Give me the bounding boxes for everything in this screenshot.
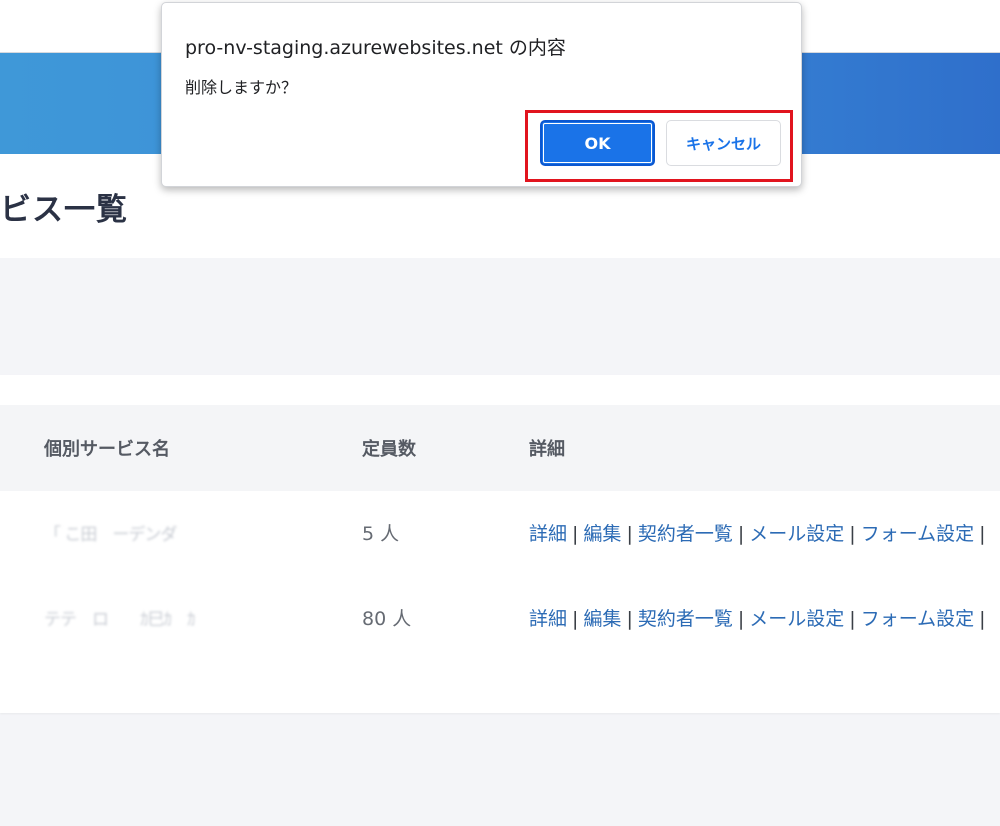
capacity-value: 80 人	[362, 608, 412, 630]
dialog-message: 削除しますか？	[185, 78, 298, 97]
separator: |	[849, 608, 856, 630]
service-table-card: 個別サービス名 定員数 詳細 「 こ田 ーデンダ 5 人 詳細 | 編集 | 契約者一覧…	[0, 375, 1000, 713]
dialog-title: pro-nv-staging.azurewebsites.net の内容	[185, 37, 566, 59]
edit-link[interactable]: 編集	[583, 523, 621, 545]
mail-settings-link[interactable]: メール設定	[749, 608, 844, 630]
header-details: 詳細	[529, 439, 565, 460]
header-capacity: 定員数	[362, 439, 416, 460]
contractor-list-link[interactable]: 契約者一覧	[638, 608, 733, 630]
separator: |	[979, 523, 986, 545]
header-service-name: 個別サービス名	[44, 439, 170, 460]
contractor-list-link[interactable]: 契約者一覧	[638, 523, 733, 545]
separator: |	[626, 608, 633, 630]
ok-button[interactable]: OK	[540, 120, 655, 166]
separator: |	[737, 523, 745, 545]
separator: |	[849, 523, 856, 545]
table-header: 個別サービス名 定員数 詳細	[0, 405, 1000, 491]
row-actions: 詳細 | 編集 | 契約者一覧 | メール設定 | フォーム設定 |	[529, 604, 991, 631]
page-title: ビス一覧	[0, 192, 128, 228]
separator: |	[979, 608, 986, 630]
service-name: 「 こ田 ーデンダ	[44, 525, 177, 545]
table-row: 「 こ田 ーデンダ 5 人 詳細 | 編集 | 契約者一覧 | メール設定 | フォーム設定 |	[0, 491, 1000, 576]
table-row: テテ ロ ｶ巳ｶ ｶ 80 人 詳細 | 編集 | 契約者一覧 | メール設定 | フォーム設定…	[0, 576, 1000, 661]
edit-link[interactable]: 編集	[583, 608, 621, 630]
confirm-dialog: pro-nv-staging.azurewebsites.net の内容 削除し…	[161, 2, 802, 187]
separator: |	[572, 608, 579, 630]
cancel-button[interactable]: キャンセル	[666, 120, 781, 166]
separator: |	[626, 523, 633, 545]
detail-link[interactable]: 詳細	[529, 523, 567, 545]
separator: |	[572, 523, 579, 545]
row-actions: 詳細 | 編集 | 契約者一覧 | メール設定 | フォーム設定 |	[529, 519, 991, 546]
form-settings-link[interactable]: フォーム設定	[861, 608, 974, 630]
mail-settings-link[interactable]: メール設定	[749, 523, 844, 545]
form-settings-link[interactable]: フォーム設定	[861, 523, 974, 545]
service-name: テテ ロ ｶ巳ｶ ｶ	[44, 610, 195, 630]
capacity-value: 5 人	[362, 523, 400, 545]
filter-area	[0, 258, 1000, 375]
separator: |	[737, 608, 745, 630]
detail-link[interactable]: 詳細	[529, 608, 567, 630]
